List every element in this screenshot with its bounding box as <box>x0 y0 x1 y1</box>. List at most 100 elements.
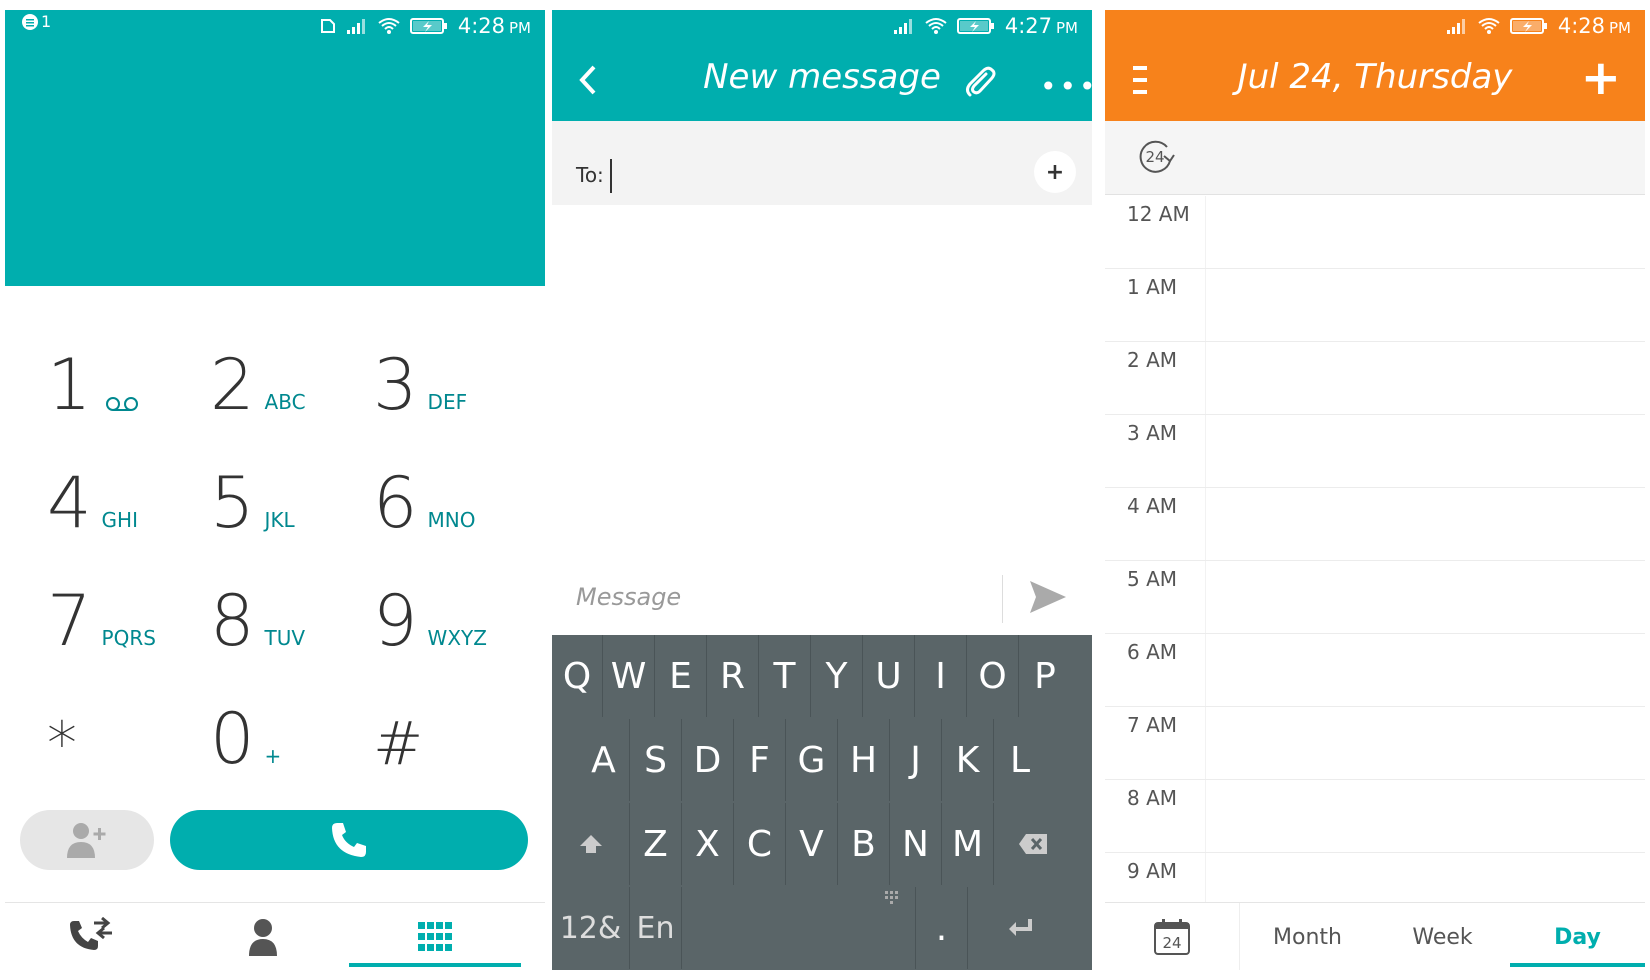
hour-row[interactable]: 5 AM <box>1105 561 1645 634</box>
key-letters: MNO <box>427 508 476 532</box>
battery-icon <box>956 18 994 34</box>
hour-row[interactable]: 2 AM <box>1105 342 1645 415</box>
calendar-tab-bar: 24 Month Week Day <box>1105 902 1645 970</box>
notification-indicator[interactable]: 1 <box>21 12 51 31</box>
status-bar: 1 4:28 PM <box>5 10 545 46</box>
key-a[interactable]: A <box>578 719 630 801</box>
lane-divider <box>1205 707 1206 779</box>
keyboard-row-3: Z X C V B N M <box>552 803 1092 885</box>
key-x[interactable]: X <box>682 803 734 885</box>
number-display <box>5 10 545 286</box>
hour-row[interactable]: 1 AM <box>1105 269 1645 342</box>
day-timeline[interactable]: 12 AM 1 AM 2 AM 3 AM 4 AM 5 AM 6 AM 7 AM… <box>1105 196 1645 926</box>
hour-row[interactable]: 12 AM <box>1105 196 1645 269</box>
shift-icon <box>579 835 602 853</box>
message-input[interactable]: Message <box>576 583 681 611</box>
key-q[interactable]: Q <box>552 635 603 717</box>
hour-label: 2 AM <box>1127 348 1178 372</box>
add-event-icon[interactable]: + <box>1581 54 1621 102</box>
key-star[interactable]: * <box>47 654 217 774</box>
key-v[interactable]: V <box>786 803 838 885</box>
hour-row[interactable]: 4 AM <box>1105 488 1645 561</box>
add-recipient-button[interactable]: + <box>1034 151 1076 193</box>
tab-call-log[interactable] <box>5 903 177 970</box>
tab-month[interactable]: Month <box>1240 903 1375 970</box>
key-k[interactable]: K <box>942 719 994 801</box>
key-9[interactable]: 9 WXYZ <box>373 536 543 656</box>
hour-label: 5 AM <box>1127 567 1178 591</box>
hour-row[interactable]: 8 AM <box>1105 780 1645 853</box>
more-options-icon[interactable]: ••• <box>1040 70 1092 103</box>
key-5[interactable]: 5 JKL <box>210 418 380 538</box>
key-letters: TUV <box>264 626 306 650</box>
page-title: Jul 24, Thursday <box>1237 57 1513 97</box>
period-key[interactable]: . <box>916 887 968 969</box>
key-w[interactable]: W <box>603 635 655 717</box>
key-3[interactable]: 3 DEF <box>373 300 543 420</box>
key-m[interactable]: M <box>942 803 994 885</box>
language-key[interactable]: En <box>630 887 682 969</box>
shift-key[interactable] <box>552 803 630 885</box>
key-h[interactable]: H <box>838 719 890 801</box>
key-letters: ABC <box>264 390 306 414</box>
key-0[interactable]: 0 + <box>210 654 380 774</box>
key-z[interactable]: Z <box>630 803 682 885</box>
lane-divider <box>1205 488 1206 560</box>
key-f[interactable]: F <box>734 719 786 801</box>
key-o[interactable]: O <box>967 635 1019 717</box>
hour-label: 12 AM <box>1127 202 1190 226</box>
space-key[interactable] <box>682 887 916 969</box>
key-digit: 1 <box>47 344 92 426</box>
key-r[interactable]: R <box>707 635 759 717</box>
key-d[interactable]: D <box>682 719 734 801</box>
lane-divider <box>1205 196 1206 268</box>
key-letters: + <box>264 744 282 768</box>
send-icon[interactable] <box>1028 579 1068 615</box>
svg-text:24: 24 <box>1162 934 1181 952</box>
enter-key[interactable] <box>968 887 1071 969</box>
key-y[interactable]: Y <box>811 635 863 717</box>
attachment-icon[interactable] <box>962 64 998 100</box>
key-c[interactable]: C <box>734 803 786 885</box>
key-l[interactable]: L <box>994 719 1046 801</box>
key-2[interactable]: 2 ABC <box>210 300 380 420</box>
lane-divider <box>1205 269 1206 341</box>
hour-label: 9 AM <box>1127 859 1178 883</box>
recipient-input[interactable] <box>610 159 612 193</box>
lane-divider <box>1205 415 1206 487</box>
key-7[interactable]: 7 PQRS <box>47 536 217 656</box>
key-p[interactable]: P <box>1019 635 1071 717</box>
battery-icon <box>409 18 447 34</box>
hour-row[interactable]: 3 AM <box>1105 415 1645 488</box>
key-e[interactable]: E <box>655 635 707 717</box>
key-u[interactable]: U <box>863 635 915 717</box>
key-i[interactable]: I <box>915 635 967 717</box>
keypad-icon <box>418 922 452 951</box>
hour-row[interactable]: 6 AM <box>1105 634 1645 707</box>
dialer-screen: 1 4:28 PM 1 2 ABC 3 DEF 4 GHI 5 JKL 6 MNO 7 PQR… <box>5 10 545 970</box>
key-8[interactable]: 8 TUV <box>210 536 380 656</box>
key-1[interactable]: 1 <box>47 300 217 420</box>
tab-contacts[interactable] <box>177 903 349 970</box>
backspace-key[interactable] <box>994 803 1071 885</box>
key-letters: GHI <box>101 508 138 532</box>
key-4[interactable]: 4 GHI <box>47 418 217 538</box>
key-n[interactable]: N <box>890 803 942 885</box>
key-s[interactable]: S <box>630 719 682 801</box>
key-digit: 7 <box>47 580 92 662</box>
key-b[interactable]: B <box>838 803 890 885</box>
tab-week[interactable]: Week <box>1375 903 1510 970</box>
tab-day[interactable]: Day <box>1510 903 1645 970</box>
hour-label: 4 AM <box>1127 494 1178 518</box>
tab-today[interactable]: 24 <box>1105 903 1240 970</box>
hour-row[interactable]: 7 AM <box>1105 707 1645 780</box>
tab-keypad[interactable] <box>349 903 521 970</box>
symbols-key[interactable]: 12& <box>552 887 630 969</box>
add-contact-button[interactable] <box>20 810 154 870</box>
key-hash[interactable]: # <box>373 654 543 774</box>
key-g[interactable]: G <box>786 719 838 801</box>
key-t[interactable]: T <box>759 635 811 717</box>
call-button[interactable] <box>170 810 528 870</box>
key-6[interactable]: 6 MNO <box>373 418 543 538</box>
key-j[interactable]: J <box>890 719 942 801</box>
